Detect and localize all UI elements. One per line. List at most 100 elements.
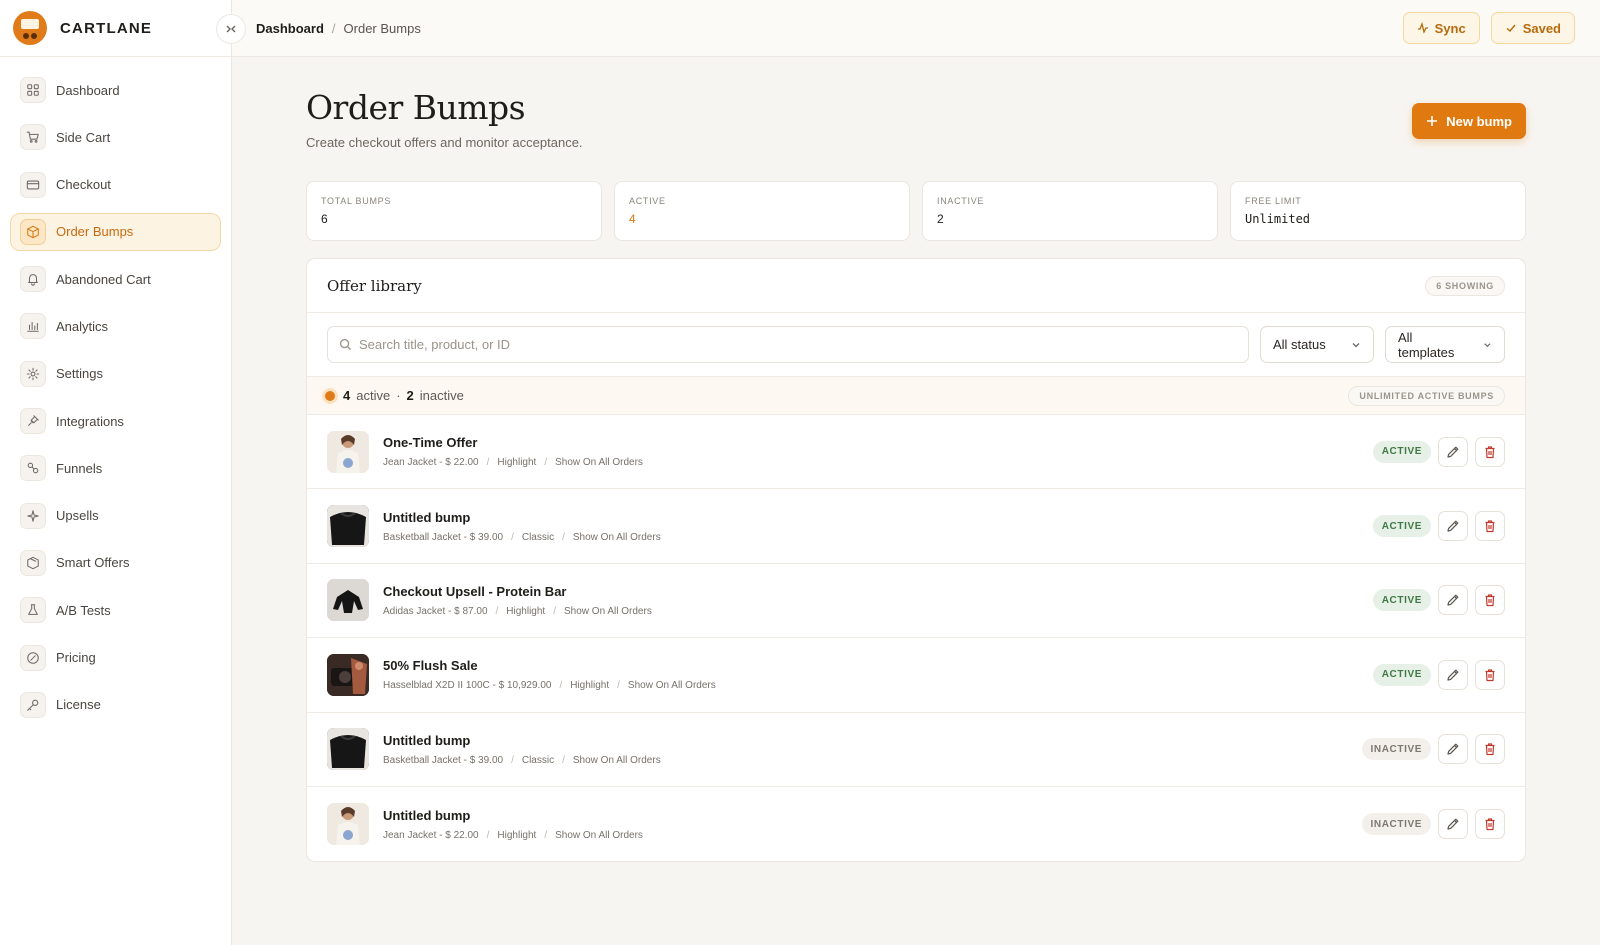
- panel-header: Offer library 6 SHOWING: [307, 259, 1525, 313]
- status-badge: ACTIVE: [1372, 440, 1431, 463]
- trash-icon: [1485, 520, 1495, 533]
- cart-icon: [20, 124, 46, 151]
- delete-button[interactable]: [1475, 809, 1505, 840]
- sidebar-item-label: A/B Tests: [56, 602, 111, 618]
- brand: CARTLANE: [0, 0, 231, 57]
- sidebar-item-funnels[interactable]: Funnels: [10, 449, 221, 487]
- table-row[interactable]: Untitled bump Basketball Jacket - $ 39.00…: [307, 489, 1525, 564]
- bump-title: 50% Flush Sale: [383, 658, 478, 674]
- search-input[interactable]: Search title, product, or ID: [327, 326, 1249, 363]
- sidebar-item-checkout[interactable]: Checkout: [10, 166, 221, 204]
- sidebar-item-abandoned-cart[interactable]: Abandoned Cart: [10, 260, 221, 298]
- top-actions: Sync Saved: [1402, 12, 1575, 44]
- sidebar-item-license[interactable]: License: [10, 686, 221, 724]
- bump-template: Classic: [521, 531, 555, 543]
- product-thumbnail: [327, 653, 369, 696]
- pencil-icon: [1447, 520, 1459, 532]
- edit-button[interactable]: [1438, 809, 1468, 840]
- badge-icon: [20, 644, 46, 671]
- table-row[interactable]: One-Time Offer Jean Jacket - $ 22.00 / High…: [307, 415, 1525, 490]
- sidebar-item-label: Checkout: [56, 177, 111, 193]
- topbar: Dashboard / Order Bumps Sync Saved: [232, 0, 1600, 57]
- sidebar-item-analytics[interactable]: Analytics: [10, 307, 221, 345]
- key-icon: [20, 691, 46, 718]
- stat-value: 4: [629, 212, 636, 226]
- sidebar-item-upsells[interactable]: Upsells: [10, 497, 221, 535]
- collapse-sidebar-button[interactable]: [216, 14, 246, 44]
- bump-meta: Hasselblad X2D II 100C - $ 10,929.00 / Hig…: [383, 680, 1373, 691]
- edit-button[interactable]: [1438, 511, 1468, 542]
- brand-name: CARTLANE: [60, 19, 153, 37]
- sparkle-icon: [20, 502, 46, 529]
- sidebar-item-smart-offers[interactable]: Smart Offers: [10, 544, 221, 582]
- main-area: Dashboard / Order Bumps Sync Saved Order…: [232, 0, 1600, 945]
- sidebar-item-dashboard[interactable]: Dashboard: [10, 71, 221, 109]
- status-badge: ACTIVE: [1372, 663, 1431, 686]
- table-row[interactable]: Untitled bump Basketball Jacket - $ 39.00…: [307, 713, 1525, 787]
- sidebar-item-label: Upsells: [56, 508, 99, 524]
- bump-rule: Show On All Orders: [555, 829, 643, 841]
- edit-button[interactable]: [1438, 659, 1468, 690]
- sidebar-item-label: Order Bumps: [56, 224, 134, 240]
- bump-meta: Basketball Jacket - $ 39.00 / Classic / Show…: [383, 532, 1373, 543]
- meta-separator: /: [562, 531, 565, 543]
- sidebar-item-label: Abandoned Cart: [56, 271, 151, 287]
- sidebar-item-side-cart[interactable]: Side Cart: [10, 118, 221, 156]
- bump-rule: Show On All Orders: [627, 680, 716, 692]
- bump-rule: Show On All Orders: [572, 531, 661, 543]
- cartlane-logo-icon: [13, 11, 47, 45]
- status-filter-select[interactable]: All status: [1260, 326, 1374, 363]
- stat-total-bumps: TOTAL BUMPS 6: [306, 181, 602, 241]
- edit-button[interactable]: [1438, 585, 1468, 616]
- pencil-icon: [1447, 669, 1459, 681]
- sidebar-item-a-b-tests[interactable]: A/B Tests: [10, 591, 221, 629]
- edit-button[interactable]: [1438, 734, 1468, 765]
- delete-button[interactable]: [1475, 511, 1505, 542]
- breadcrumb-root[interactable]: Dashboard: [256, 21, 324, 36]
- sidebar-item-settings[interactable]: Settings: [10, 355, 221, 393]
- bump-meta: Jean Jacket - $ 22.00 / Highlight / Show On …: [383, 830, 1362, 841]
- delete-button[interactable]: [1475, 659, 1505, 690]
- product-thumbnail: [327, 728, 369, 771]
- delete-button[interactable]: [1475, 585, 1505, 616]
- stat-inactive: INACTIVE 2: [922, 181, 1218, 241]
- pencil-icon: [1447, 818, 1459, 830]
- template-filter-select[interactable]: All templates: [1385, 326, 1505, 363]
- bump-template: Highlight: [497, 457, 537, 469]
- meta-separator: /: [553, 605, 556, 617]
- sidebar-item-integrations[interactable]: Integrations: [10, 402, 221, 440]
- bump-product: Hasselblad X2D II 100C - $ 10,929.00: [383, 680, 552, 692]
- stat-label: FREE LIMIT: [1245, 196, 1302, 206]
- trash-icon: [1485, 594, 1495, 607]
- sidebar-item-order-bumps[interactable]: Order Bumps: [10, 212, 221, 251]
- template-filter-value: All templates: [1398, 329, 1455, 360]
- bump-rule: Show On All Orders: [555, 457, 643, 469]
- meta-separator: /: [486, 457, 490, 469]
- delete-button[interactable]: [1475, 734, 1505, 765]
- bump-meta: Jean Jacket - $ 22.00 / Highlight / Show On …: [383, 457, 1373, 468]
- delete-button[interactable]: [1475, 436, 1505, 467]
- status-badge: ACTIVE: [1372, 589, 1431, 612]
- new-bump-button[interactable]: New bump: [1412, 103, 1526, 139]
- sync-button[interactable]: Sync: [1402, 12, 1480, 44]
- saved-button[interactable]: Saved: [1490, 12, 1575, 44]
- status-dot-icon: [325, 390, 335, 401]
- search-icon: [339, 338, 352, 351]
- edit-button[interactable]: [1438, 436, 1468, 467]
- bump-product: Jean Jacket - $ 22.00: [383, 457, 479, 469]
- stat-value: Unlimited: [1245, 212, 1311, 226]
- bump-meta: Basketball Jacket - $ 39.00 / Classic / Show…: [383, 755, 1362, 766]
- bump-meta: Adidas Jacket - $ 87.00 / Highlight / Show O…: [383, 606, 1373, 617]
- table-row[interactable]: Checkout Upsell - Protein Bar Adidas Jack…: [307, 564, 1525, 639]
- stat-label: TOTAL BUMPS: [321, 196, 392, 206]
- sidebar-nav: Dashboard Side Cart Checkout Order Bumps Aba…: [0, 57, 231, 724]
- saved-label: Saved: [1522, 20, 1561, 36]
- page-content: Order Bumps Create checkout offers and m…: [232, 57, 1600, 863]
- sidebar-item-pricing[interactable]: Pricing: [10, 639, 221, 677]
- table-row[interactable]: 50% Flush Sale Hasselblad X2D II 100C - $…: [307, 638, 1525, 713]
- meta-separator: /: [544, 457, 548, 469]
- status-filter-value: All status: [1273, 337, 1326, 352]
- table-row[interactable]: Untitled bump Jean Jacket - $ 22.00 / Highl…: [307, 787, 1525, 861]
- bump-title: Untitled bump: [383, 807, 471, 823]
- stat-label: INACTIVE: [937, 196, 985, 206]
